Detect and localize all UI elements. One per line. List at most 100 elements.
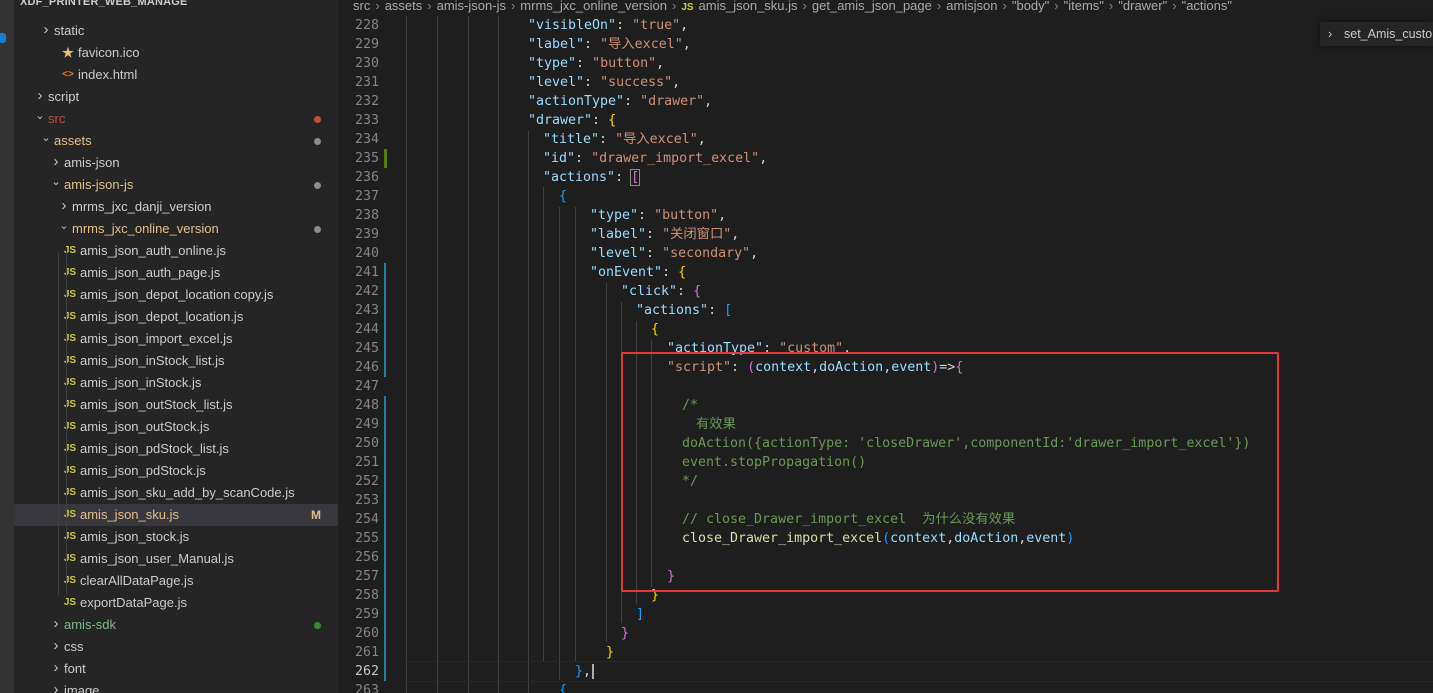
breadcrumb-item[interactable]: mrms_jxc_online_version [520, 0, 667, 13]
code-line[interactable]: 230 "type": "button", [338, 54, 1433, 73]
file-item[interactable]: JS amis_json_outStock_list.js [14, 394, 338, 416]
folder-item[interactable]: › font [14, 658, 338, 680]
code-line[interactable]: 260} [338, 624, 1433, 643]
folder-item[interactable]: ⌄ mrms_jxc_online_version [14, 218, 338, 240]
code-line[interactable]: 241 "onEvent": { [338, 263, 1433, 282]
breadcrumb-item[interactable]: assets [385, 0, 423, 13]
file-item[interactable]: JS amis_json_inStock_list.js [14, 350, 338, 372]
code-editor[interactable]: src › assets › amis-json-js › mrms_jxc_online_… [338, 0, 1433, 693]
file-item[interactable]: JS clearAllDataPage.js [14, 570, 338, 592]
code-line[interactable]: 239 "label": "关闭窗口", [338, 225, 1433, 244]
file-item[interactable]: JS amis_json_user_Manual.js [14, 548, 338, 570]
breadcrumb-item[interactable]: amisjson [946, 0, 997, 13]
tree-item-label: index.html [78, 67, 138, 82]
code-line[interactable]: 237 { [338, 187, 1433, 206]
code-line[interactable]: 235 "id": "drawer_import_excel", [338, 149, 1433, 168]
file-item[interactable]: JS amis_json_import_excel.js [14, 328, 338, 350]
folder-item[interactable]: › mrms_jxc_danji_version [14, 196, 338, 218]
code-line[interactable]: 242 "click": { [338, 282, 1433, 301]
gutter-modified-marker [384, 624, 386, 643]
code-line[interactable]: 263 { [338, 681, 1433, 693]
chevron-right-icon: › [1002, 0, 1007, 13]
breadcrumb-item[interactable]: get_amis_json_page [812, 0, 932, 13]
file-item[interactable]: <> index.html [14, 64, 338, 86]
file-item[interactable]: JS amis_json_stock.js [14, 526, 338, 548]
code-line[interactable]: 244 { [338, 320, 1433, 339]
code-line[interactable]: 232 "actionType": "drawer", [338, 92, 1433, 111]
file-item[interactable]: JS amis_json_pdStock.js [14, 460, 338, 482]
file-item[interactable]: JS amis_json_outStock.js [14, 416, 338, 438]
file-item[interactable]: JS amis_json_auth_page.js [14, 262, 338, 284]
folder-item[interactable]: › css [14, 636, 338, 658]
file-item[interactable]: JS exportDataPage.js [14, 592, 338, 614]
javascript-file-icon: JS [63, 355, 77, 366]
breadcrumb-item[interactable]: "body" [1012, 0, 1049, 13]
folder-item[interactable]: ⌄ amis-json-js [14, 174, 338, 196]
file-item[interactable]: JS amis_json_inStock.js [14, 372, 338, 394]
code-text: "title": "导入excel", [543, 132, 706, 147]
tree-item-label: assets [54, 133, 92, 148]
folder-item[interactable]: › script [14, 86, 338, 108]
explorer-root-title[interactable]: XDF_PRINTER_WEB_MANAGE [20, 0, 188, 8]
breadcrumb-item[interactable]: "drawer" [1118, 0, 1167, 13]
file-item[interactable]: JS amis_json_depot_location copy.js [14, 284, 338, 306]
javascript-file-icon: JS [63, 245, 77, 256]
breadcrumb-item[interactable]: "actions" [1182, 0, 1232, 13]
javascript-file-icon: JS [63, 597, 77, 608]
star-icon: ★ [62, 45, 74, 60]
code-line[interactable]: 236 "actions": [ [338, 168, 1433, 187]
folder-item[interactable]: ⌄ src [14, 108, 338, 130]
line-number: 263 [354, 683, 379, 693]
code-line[interactable]: 262}, [338, 662, 1433, 681]
javascript-file-icon: JS [63, 531, 77, 542]
gutter-modified-marker [384, 491, 386, 510]
tree-indent-guide [66, 252, 67, 595]
javascript-file-icon: JS [63, 377, 77, 388]
explorer-sidebar: XDF_PRINTER_WEB_MANAGE › static ★ favicon.i… [14, 0, 338, 693]
folder-item[interactable]: › static [14, 20, 338, 42]
file-item[interactable]: JS amis_json_auth_online.js [14, 240, 338, 262]
code-line[interactable]: 234 "title": "导入excel", [338, 130, 1433, 149]
javascript-file-icon: JS [63, 509, 77, 520]
chevron-right-icon: › [1108, 0, 1114, 13]
gutter-modified-marker [384, 586, 386, 605]
git-status-dot [314, 182, 321, 189]
line-number: 235 [354, 151, 379, 166]
code-line[interactable]: 261} [338, 643, 1433, 662]
code-line[interactable]: 231 "level": "success", [338, 73, 1433, 92]
folder-item[interactable]: › amis-json [14, 152, 338, 174]
code-line[interactable]: 228 "visibleOn": "true", [338, 16, 1433, 35]
code-line[interactable]: 240 "level": "secondary", [338, 244, 1433, 263]
folder-item[interactable]: › amis-sdk [14, 614, 338, 636]
code-line[interactable]: 233 "drawer": { [338, 111, 1433, 130]
folder-item[interactable]: ⌄ assets [14, 130, 338, 152]
chevron-right-icon: › [671, 0, 677, 13]
file-item[interactable]: ★ favicon.ico [14, 42, 338, 64]
line-number: 250 [354, 436, 379, 451]
file-item[interactable]: JS amis_json_sku_add_by_scanCode.js [14, 482, 338, 504]
chevron-right-icon: › [510, 0, 516, 13]
breadcrumb-item[interactable]: amis_json_sku.js [699, 0, 798, 13]
sticky-scroll-label: set_Amis_custo [1344, 27, 1433, 41]
file-item[interactable]: JS amis_json_sku.js M [14, 504, 338, 526]
code-line[interactable]: 259] [338, 605, 1433, 624]
tree-item-label: css [64, 639, 84, 654]
javascript-file-icon: JS [63, 267, 77, 278]
line-number: 257 [354, 569, 379, 584]
code-line[interactable]: 238 "type": "button", [338, 206, 1433, 225]
line-number: 231 [354, 75, 379, 90]
chevron-down-icon: ⌄ [59, 220, 69, 232]
sticky-scroll-widget[interactable]: › set_Amis_custo [1320, 22, 1433, 46]
code-line[interactable]: 243 "actions": [ [338, 301, 1433, 320]
file-item[interactable]: JS amis_json_pdStock_list.js [14, 438, 338, 460]
code-text: "label": "关闭窗口", [590, 227, 740, 242]
javascript-file-icon: JS [63, 465, 77, 476]
breadcrumb-item[interactable]: "items" [1064, 0, 1104, 13]
tree-item-label: amis_json_sku.js [80, 507, 179, 522]
folder-item[interactable]: › image [14, 680, 338, 693]
code-line[interactable]: 229 "label": "导入excel", [338, 35, 1433, 54]
file-item[interactable]: JS amis_json_depot_location.js [14, 306, 338, 328]
breadcrumb-item[interactable]: amis-json-js [437, 0, 506, 13]
line-number: 262 [354, 664, 379, 679]
breadcrumb-item[interactable]: src [353, 0, 370, 13]
